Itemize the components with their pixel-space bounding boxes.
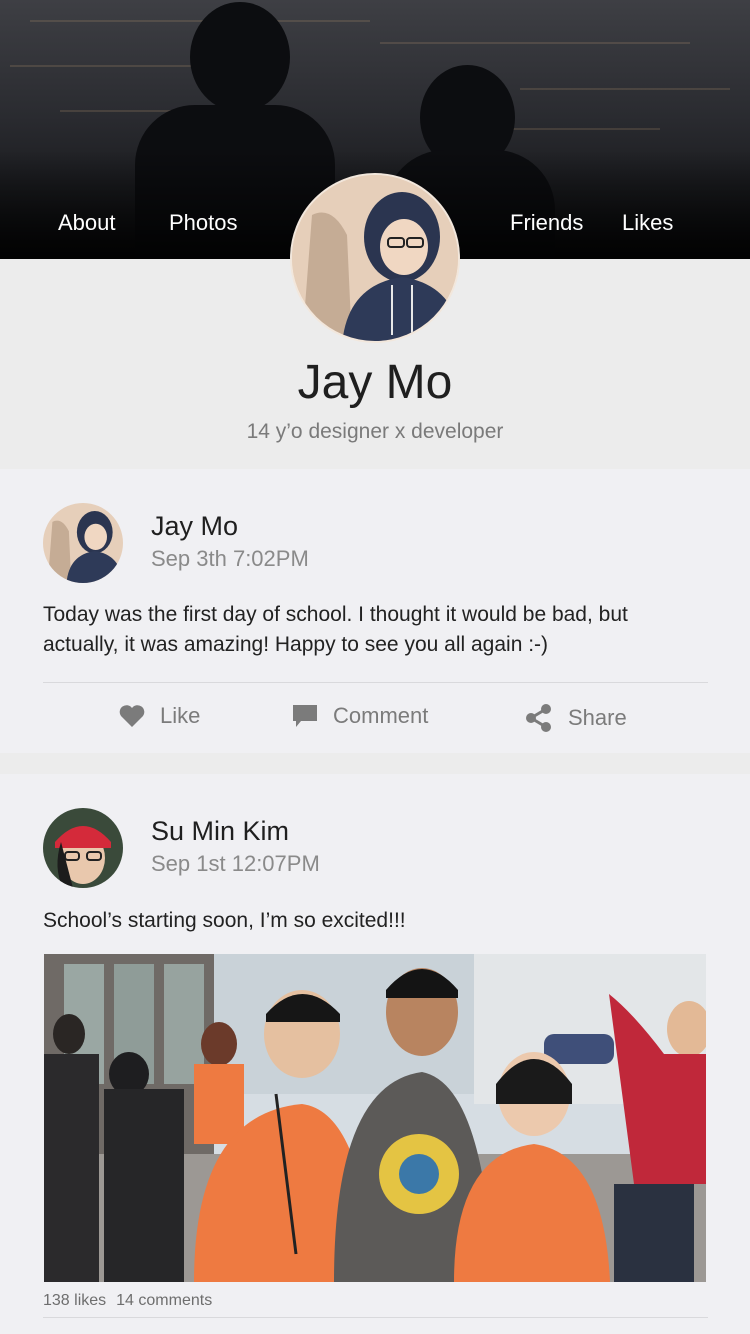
comments-count[interactable]: 14 comments [116,1292,212,1310]
post-stats: 138 likes 14 comments [43,1292,212,1310]
profile-name: Jay Mo [297,356,453,409]
profile-bio: 14 y’o designer x developer [246,420,504,443]
post-photo[interactable] [44,954,706,1282]
post-text: School’s starting soon, I’m so excited!!… [43,909,406,932]
like-button[interactable]: Like [118,703,200,729]
speech-bubble-icon [293,705,317,727]
nav-likes[interactable]: Likes [622,210,673,236]
post-author-name[interactable]: Jay Mo [151,511,238,542]
post-author-avatar[interactable] [43,808,123,888]
post-author-avatar[interactable] [43,503,123,583]
share-label: Share [568,705,627,730]
post-divider [43,1317,708,1318]
post-divider [43,682,708,683]
post-timestamp: Sep 1st 12:07PM [151,851,320,876]
comment-button[interactable]: Comment [291,703,428,729]
post-author-name[interactable]: Su Min Kim [151,816,289,847]
heart-icon [119,705,145,727]
post-timestamp: Sep 3th 7:02PM [151,546,309,571]
nav-about[interactable]: About [58,210,116,236]
share-button[interactable]: Share [524,703,627,733]
post-card: Su Min Kim Sep 1st 12:07PM School’s star… [0,774,750,1334]
like-label: Like [160,703,201,728]
profile-avatar[interactable] [290,173,460,343]
nav-friends[interactable]: Friends [510,210,583,236]
comment-label: Comment [333,703,429,728]
nav-photos[interactable]: Photos [169,210,238,236]
post-text: Today was the first day of school. I tho… [43,603,628,656]
post-card: Jay Mo Sep 3th 7:02PM Today was the firs… [0,469,750,753]
likes-count[interactable]: 138 likes [43,1292,106,1310]
share-nodes-icon [526,704,551,732]
